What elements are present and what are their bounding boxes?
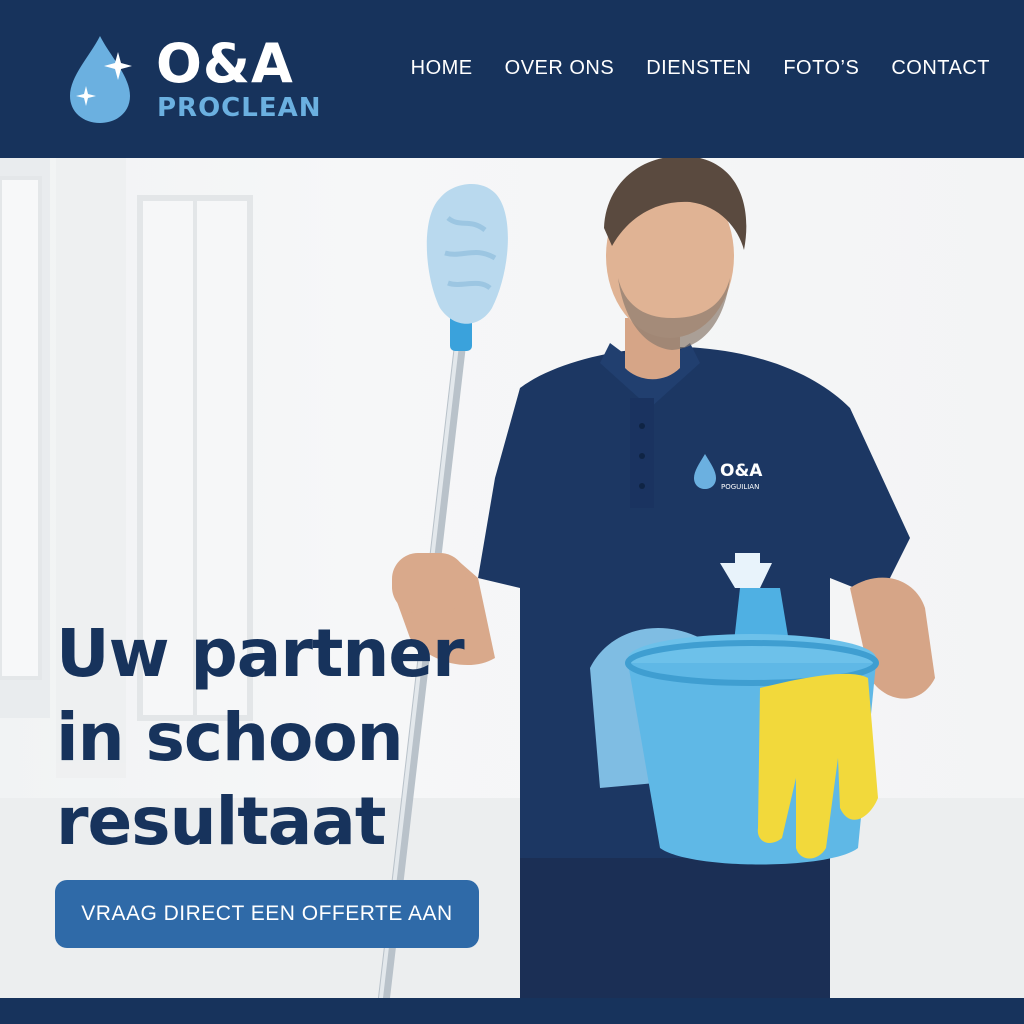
brand-name: O&A bbox=[156, 32, 294, 95]
main-nav: HOME OVER ONS DIENSTEN FOTO’S CONTACT bbox=[411, 52, 990, 84]
hero-headline-line-3: resultaat bbox=[56, 783, 386, 860]
nav-item-diensten[interactable]: DIENSTEN bbox=[646, 57, 751, 80]
water-drop-sparkle-icon bbox=[70, 36, 132, 123]
brand-logo[interactable]: O&A PROCLEAN bbox=[66, 30, 346, 130]
nav-item-home[interactable]: HOME bbox=[411, 57, 473, 80]
nav-item-contact[interactable]: CONTACT bbox=[891, 57, 990, 80]
hero-headline-line-1: Uw partner bbox=[56, 615, 465, 692]
request-quote-button[interactable]: VRAAG DIRECT EEN OFFERTE AAN bbox=[55, 880, 479, 948]
hero-photo: O&A POGUILIAN bbox=[0, 158, 1024, 998]
nav-item-over-ons[interactable]: OVER ONS bbox=[505, 57, 615, 80]
hero-section: O&A POGUILIAN Uw partner in schoon resul… bbox=[0, 158, 1024, 998]
shirt-logo-name: O&A bbox=[720, 461, 763, 481]
nav-item-fotos[interactable]: FOTO’S bbox=[783, 57, 859, 80]
shirt-logo-sub: POGUILIAN bbox=[721, 483, 759, 491]
hero-headline-line-2: in schoon bbox=[56, 699, 404, 776]
footer-band bbox=[0, 998, 1024, 1024]
hero-headline: Uw partner in schoon resultaat bbox=[56, 612, 476, 864]
brand-tagline: PROCLEAN bbox=[157, 93, 322, 123]
site-header: O&A PROCLEAN HOME OVER ONS DIENSTEN FOTO… bbox=[0, 0, 1024, 158]
